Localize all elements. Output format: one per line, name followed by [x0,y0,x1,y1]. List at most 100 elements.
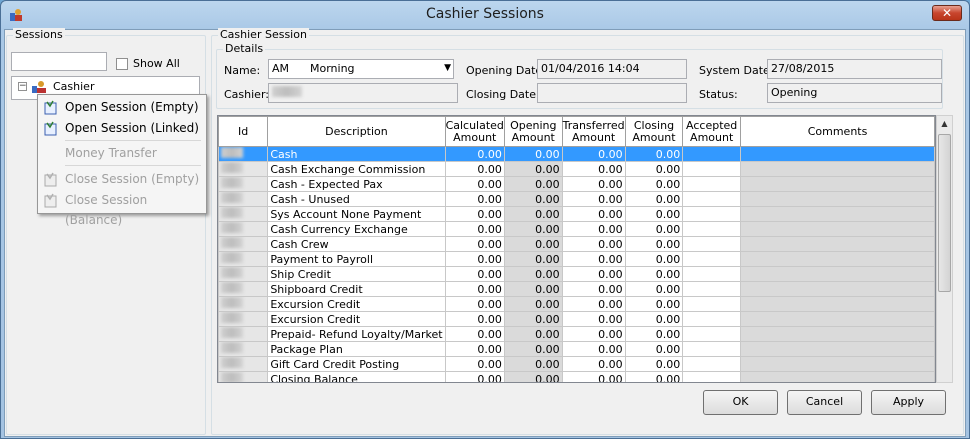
calculated-cell[interactable]: 0.00 [444,251,505,267]
transferred-cell[interactable]: 0.00 [561,266,626,282]
opening-cell[interactable]: 0.00 [503,176,563,192]
closing-cell[interactable]: 0.00 [624,206,684,222]
opening-cell[interactable]: 0.00 [503,206,563,222]
table-row[interactable]: Sys Account None Payment 0.00 0.00 0.00 0.00 [218,206,935,222]
calculated-cell[interactable]: 0.00 [444,356,505,372]
closing-cell[interactable]: 0.00 [624,146,684,162]
accepted-cell[interactable] [682,251,742,267]
opening-cell[interactable]: 0.00 [503,281,563,297]
transferred-amount-header[interactable]: Transferred Amount [561,116,626,147]
transferred-cell[interactable]: 0.00 [561,236,626,252]
opening-cell[interactable]: 0.00 [503,266,563,282]
table-row[interactable]: Ship Credit 0.00 0.00 0.00 0.00 [218,266,935,282]
description-cell[interactable]: Excursion Credit [267,296,446,312]
calculated-cell[interactable]: 0.00 [444,236,505,252]
accepted-cell[interactable] [682,176,742,192]
cancel-button[interactable]: Cancel [787,390,862,415]
description-cell[interactable]: Cash - Unused [267,191,446,207]
accepted-cell[interactable] [682,356,742,372]
accepted-cell[interactable] [682,236,742,252]
table-row[interactable]: Cash - Unused 0.00 0.00 0.00 0.00 [218,191,935,207]
transferred-cell[interactable]: 0.00 [561,206,626,222]
id-cell[interactable] [218,176,269,192]
comments-cell[interactable] [740,236,935,252]
closing-cell[interactable]: 0.00 [624,236,684,252]
comments-cell[interactable] [740,146,935,162]
comments-cell[interactable] [740,356,935,372]
accepted-cell[interactable] [682,341,742,357]
description-cell[interactable]: Excursion Credit [267,311,446,327]
comments-cell[interactable] [740,266,935,282]
closing-cell[interactable]: 0.00 [624,296,684,312]
description-cell[interactable]: Closing Balance [267,371,446,382]
calculated-cell[interactable]: 0.00 [444,191,505,207]
id-cell[interactable] [218,341,269,357]
comments-cell[interactable] [740,296,935,312]
accepted-cell[interactable] [682,371,742,382]
transferred-cell[interactable]: 0.00 [561,146,626,162]
id-cell[interactable] [218,371,269,382]
id-cell[interactable] [218,206,269,222]
tree-collapse-icon[interactable]: − [18,82,27,91]
accepted-cell[interactable] [682,221,742,237]
calculated-cell[interactable]: 0.00 [444,206,505,222]
opening-cell[interactable]: 0.00 [503,146,563,162]
opening-cell[interactable]: 0.00 [503,251,563,267]
description-cell[interactable]: Cash Exchange Commission [267,161,446,177]
transferred-cell[interactable]: 0.00 [561,221,626,237]
close-session-empty-item[interactable]: Close Session (Empty) [40,169,204,191]
transferred-cell[interactable]: 0.00 [561,356,626,372]
id-cell[interactable] [218,266,269,282]
id-header[interactable]: Id [218,116,269,147]
calculated-cell[interactable]: 0.00 [444,161,505,177]
closing-cell[interactable]: 0.00 [624,281,684,297]
opening-cell[interactable]: 0.00 [503,161,563,177]
description-cell[interactable]: Cash - Expected Pax [267,176,446,192]
table-row[interactable]: Excursion Credit 0.00 0.00 0.00 0.00 [218,311,935,327]
chevron-down-icon[interactable]: ▼ [444,63,451,73]
accepted-cell[interactable] [682,326,742,342]
table-row[interactable]: Cash - Expected Pax 0.00 0.00 0.00 0.00 [218,176,935,192]
comments-cell[interactable] [740,326,935,342]
calculated-cell[interactable]: 0.00 [444,296,505,312]
transferred-cell[interactable]: 0.00 [561,311,626,327]
table-row[interactable]: Package Plan 0.00 0.00 0.00 0.00 [218,341,935,357]
closing-cell[interactable]: 0.00 [624,311,684,327]
comments-cell[interactable] [740,341,935,357]
closing-cell[interactable]: 0.00 [624,371,684,382]
accepted-cell[interactable] [682,266,742,282]
table-row[interactable]: Cash Crew 0.00 0.00 0.00 0.00 [218,236,935,252]
comments-cell[interactable] [740,311,935,327]
calculated-cell[interactable]: 0.00 [444,281,505,297]
comments-cell[interactable] [740,221,935,237]
description-cell[interactable]: Cash Currency Exchange [267,221,446,237]
calculated-cell[interactable]: 0.00 [444,146,505,162]
table-row[interactable]: Prepaid- Refund Loyalty/Market 0.00 0.00 0.… [218,326,935,342]
calculated-cell[interactable]: 0.00 [444,371,505,382]
accepted-cell[interactable] [682,206,742,222]
id-cell[interactable] [218,281,269,297]
description-cell[interactable]: Cash Crew [267,236,446,252]
table-row[interactable]: Closing Balance 0.00 0.00 0.00 0.00 [218,371,935,382]
transferred-cell[interactable]: 0.00 [561,161,626,177]
opening-cell[interactable]: 0.00 [503,326,563,342]
id-cell[interactable] [218,236,269,252]
opening-cell[interactable]: 0.00 [503,236,563,252]
description-cell[interactable]: Sys Account None Payment [267,206,446,222]
description-cell[interactable]: Cash [267,146,446,162]
calculated-cell[interactable]: 0.00 [444,176,505,192]
opening-cell[interactable]: 0.00 [503,191,563,207]
comments-cell[interactable] [740,281,935,297]
description-cell[interactable]: Prepaid- Refund Loyalty/Market [267,326,446,342]
grid-vertical-scrollbar[interactable]: ▲ [936,115,953,383]
closing-cell[interactable]: 0.00 [624,161,684,177]
transferred-cell[interactable]: 0.00 [561,371,626,382]
opening-cell[interactable]: 0.00 [503,341,563,357]
description-cell[interactable]: Gift Card Credit Posting [267,356,446,372]
id-cell[interactable] [218,191,269,207]
calculated-cell[interactable]: 0.00 [444,221,505,237]
comments-cell[interactable] [740,371,935,382]
description-cell[interactable]: Payment to Payroll [267,251,446,267]
opening-cell[interactable]: 0.00 [503,221,563,237]
opening-cell[interactable]: 0.00 [503,371,563,382]
